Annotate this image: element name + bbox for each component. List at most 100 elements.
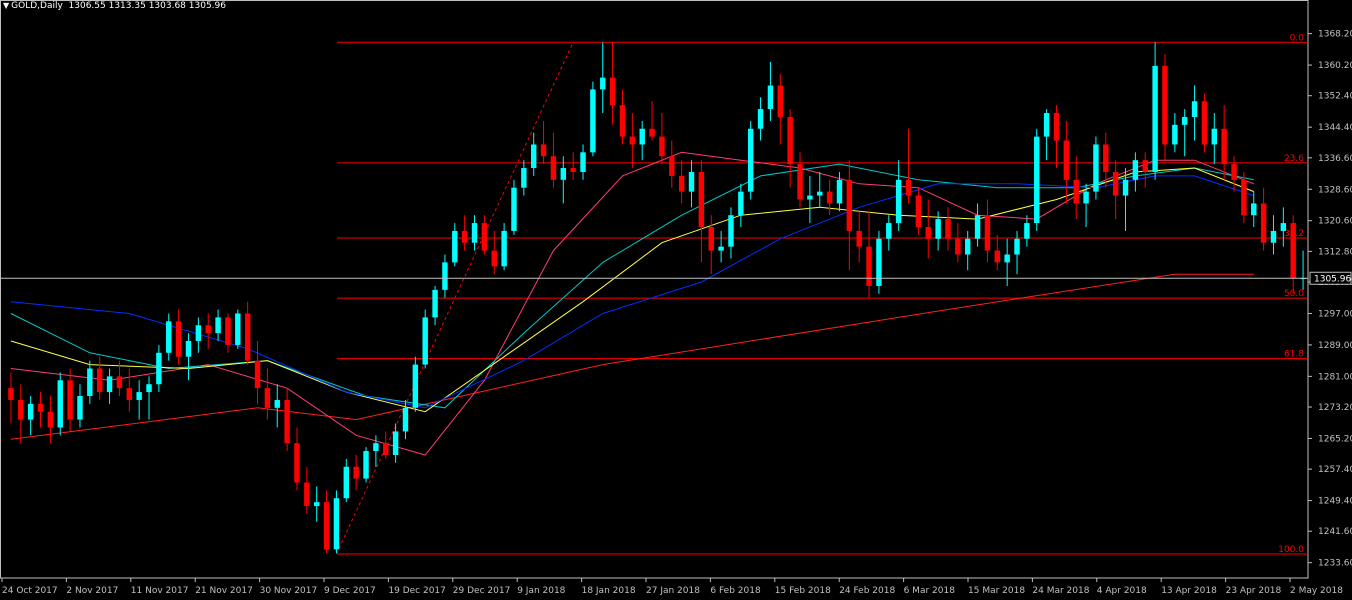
- candle-body: [678, 175, 685, 192]
- x-tick-label: 23 Apr 2018: [1226, 586, 1282, 596]
- candle-body: [1152, 65, 1158, 172]
- x-tick-label: 24 Oct 2017: [2, 586, 58, 596]
- candle-body: [461, 230, 468, 243]
- candle-body: [96, 368, 103, 393]
- candle-body: [521, 168, 527, 188]
- y-tick-label: 1233.60: [1318, 559, 1352, 569]
- candle-body: [560, 168, 567, 180]
- candle-body: [1260, 203, 1267, 243]
- y-tick-label: 1289.00: [1318, 341, 1352, 351]
- candle-body: [846, 179, 853, 231]
- candle-body: [1014, 238, 1020, 255]
- candle-body: [1103, 144, 1109, 172]
- candle-body: [935, 219, 941, 239]
- candle-body: [481, 223, 488, 251]
- candle-body: [136, 392, 142, 400]
- candle-body: [254, 360, 261, 389]
- candle-body: [37, 403, 44, 412]
- candle-body: [87, 368, 93, 397]
- candle-body: [590, 89, 596, 153]
- candle-body: [905, 179, 912, 196]
- candle-body: [126, 388, 133, 400]
- x-tick-label: 24 Mar 2018: [1032, 586, 1089, 596]
- candle-body: [146, 384, 152, 393]
- candle-body: [432, 289, 438, 318]
- x-tick-label: 6 Mar 2018: [904, 586, 956, 596]
- candle-body: [777, 85, 784, 117]
- candle-body: [1241, 179, 1247, 216]
- candle-body: [1122, 179, 1129, 196]
- candle-body: [659, 136, 665, 157]
- candle-body: [185, 340, 192, 357]
- candle-body: [797, 164, 803, 200]
- candle-body: [1191, 101, 1198, 117]
- candle-body: [1043, 113, 1050, 137]
- y-tick-label: 1273.20: [1318, 403, 1352, 413]
- candle-body: [738, 191, 744, 216]
- candle-body: [1172, 124, 1178, 145]
- candle-body: [1024, 223, 1030, 239]
- x-tick-label: 15 Feb 2018: [775, 586, 831, 596]
- candle-body: [195, 325, 202, 341]
- candle-body: [718, 246, 724, 251]
- candle-body: [284, 399, 290, 444]
- y-tick-label: 1241.60: [1318, 527, 1352, 537]
- candle-body: [1142, 160, 1148, 172]
- x-tick-label: 27 Jan 2018: [646, 586, 700, 596]
- candle-body: [570, 168, 576, 172]
- candle-body: [550, 156, 557, 180]
- candle-body: [876, 238, 882, 286]
- candle-body: [669, 156, 675, 176]
- candle-body: [333, 498, 340, 550]
- fib-level-label: 23.6: [1284, 154, 1304, 164]
- x-tick-label: 29 Dec 2017: [453, 586, 511, 596]
- candle-body: [886, 223, 892, 239]
- y-tick-label: 1352.40: [1318, 92, 1352, 102]
- candle-body: [580, 152, 586, 172]
- price-chart[interactable]: 0.023.638.250.061.8100.01368.201360.2013…: [0, 0, 1352, 600]
- candle-body: [383, 443, 389, 455]
- candle-body: [1181, 116, 1188, 125]
- candle-body: [708, 227, 714, 251]
- candle-body: [984, 215, 991, 251]
- fib-level-label: 100.0: [1278, 545, 1304, 555]
- candle-body: [1112, 171, 1119, 196]
- y-tick-label: 1328.60: [1318, 185, 1352, 195]
- x-tick-label: 11 Nov 2017: [131, 586, 189, 596]
- last-price-label: 1305.96: [1314, 274, 1351, 284]
- fib-level-label: 50.0: [1284, 289, 1304, 299]
- candle-body: [47, 411, 54, 428]
- fib-level-label: 61.8: [1284, 350, 1304, 360]
- x-tick-label: 19 Dec 2017: [388, 586, 446, 596]
- x-tick-label: 15 Mar 2018: [968, 586, 1025, 596]
- x-tick-label: 30 Nov 2017: [260, 586, 318, 596]
- candle-body: [945, 219, 951, 239]
- candle-body: [600, 77, 606, 90]
- x-tick-label: 24 Feb 2018: [839, 586, 895, 596]
- candle-body: [412, 364, 419, 408]
- candle-body: [106, 376, 113, 393]
- candle-body: [8, 388, 14, 400]
- candle-body: [649, 128, 655, 137]
- candle-body: [1063, 140, 1070, 180]
- candle-body: [511, 187, 517, 231]
- candle-body: [452, 230, 458, 263]
- candle-body: [1290, 223, 1296, 279]
- candle-body: [895, 179, 902, 224]
- candle-body: [836, 179, 843, 204]
- x-tick-label: 6 Feb 2018: [710, 586, 761, 596]
- candle-body: [313, 502, 320, 507]
- candle-body: [294, 443, 300, 483]
- candle-body: [530, 144, 537, 169]
- candle-body: [116, 376, 123, 389]
- x-tick-label: 4 Apr 2018: [1097, 586, 1147, 596]
- candle-body: [244, 313, 251, 361]
- candle-body: [787, 116, 793, 165]
- candle-body: [215, 317, 221, 334]
- candle-body: [1093, 144, 1099, 192]
- candle-body: [856, 230, 862, 247]
- candle-body: [1201, 101, 1208, 145]
- candle-body: [18, 399, 24, 420]
- y-tick-label: 1265.20: [1318, 434, 1352, 444]
- candle-body: [57, 380, 63, 428]
